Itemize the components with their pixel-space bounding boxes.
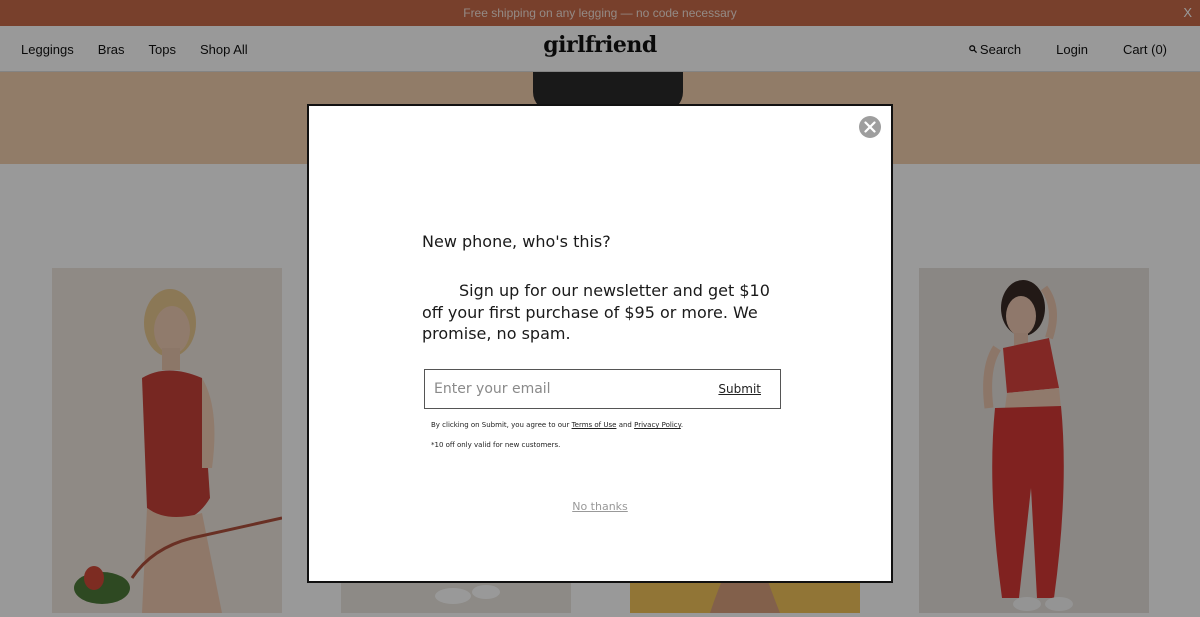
submit-button[interactable]: Submit — [718, 370, 761, 408]
close-icon — [864, 121, 876, 133]
email-input[interactable] — [425, 370, 705, 408]
modal-close-button[interactable] — [859, 116, 881, 138]
newsletter-form: Submit — [424, 369, 781, 409]
legal-and: and — [618, 421, 632, 429]
no-thanks-link[interactable]: No thanks — [572, 500, 628, 513]
legal-prefix: By clicking on Submit, you agree to our — [431, 421, 570, 429]
modal-title: New phone, who's this? — [422, 232, 611, 251]
newsletter-modal: New phone, who's this? Sign up for our n… — [307, 104, 893, 583]
legal-text: By clicking on Submit, you agree to our … — [431, 421, 683, 429]
no-thanks-wrap: No thanks — [309, 500, 891, 513]
modal-body-text: Sign up for our newsletter and get $10 o… — [422, 281, 770, 343]
privacy-policy-link[interactable]: Privacy Policy — [634, 421, 681, 429]
offer-footnote: *10 off only valid for new customers. — [431, 441, 561, 449]
terms-of-use-link[interactable]: Terms of Use — [572, 421, 617, 429]
legal-suffix: . — [680, 421, 684, 429]
